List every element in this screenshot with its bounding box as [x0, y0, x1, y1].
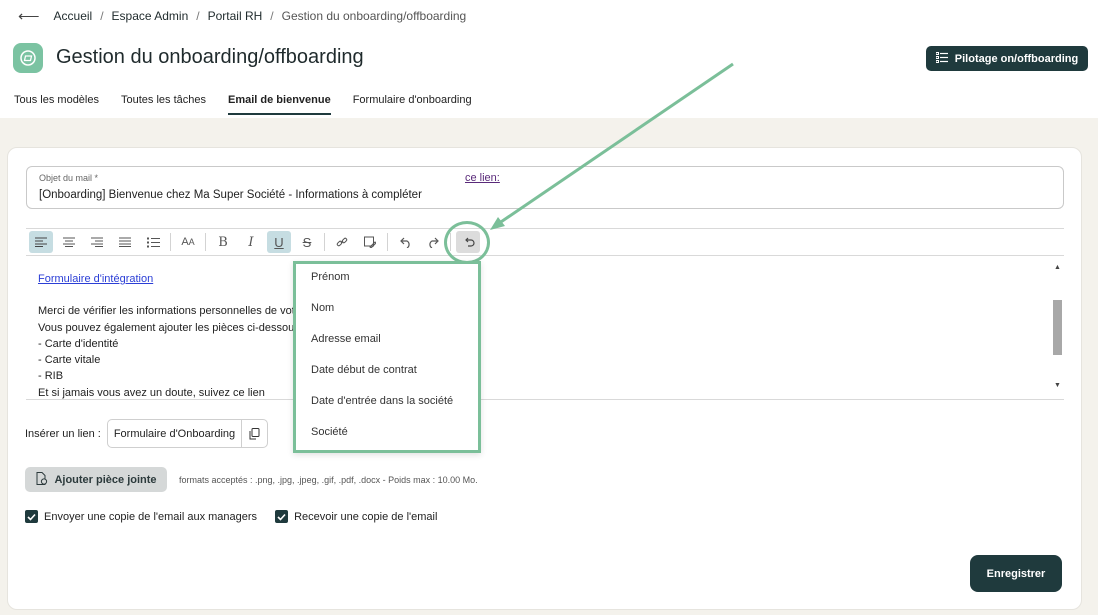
checkbox-copy-managers[interactable]: Envoyer une copie de l'email aux manager… [25, 510, 257, 523]
checkbox-copy-managers-label: Envoyer une copie de l'email aux manager… [44, 510, 258, 523]
copy-icon[interactable] [241, 420, 267, 447]
checkbox-copy-self-label: Recevoir une copie de l'email [294, 510, 438, 523]
copy-options: Envoyer une copie de l'email aux manager… [25, 510, 455, 523]
insert-link-value: Formulaire d'Onboarding [113, 427, 236, 440]
variable-option-prenom[interactable]: Prénom [296, 264, 478, 295]
variable-option-date-debut-contrat[interactable]: Date début de contrat [296, 357, 478, 388]
variables-dropdown: Prénom Nom Adresse email Date début de c… [293, 261, 481, 453]
variable-option-adresse-email[interactable]: Adresse email [296, 326, 478, 357]
checkbox-copy-self[interactable]: Recevoir une copie de l'email [275, 510, 437, 523]
add-attachment-button[interactable]: Ajouter pièce jointe [25, 467, 167, 492]
checkbox-checked-icon[interactable] [275, 510, 289, 523]
accepted-formats: formats acceptés : .png, .jpg, .jpeg, .g… [179, 474, 478, 485]
attachment-row: Ajouter pièce jointe formats acceptés : … [25, 467, 478, 492]
attachment-icon [35, 471, 48, 488]
variable-option-date-entree[interactable]: Date d'entrée dans la société [296, 388, 478, 419]
save-button[interactable]: Enregistrer [970, 555, 1062, 592]
variable-option-societe[interactable]: Société [296, 419, 478, 450]
annotation-highlight-ring [444, 221, 490, 264]
add-attachment-label: Ajouter pièce jointe [54, 473, 157, 486]
checkbox-checked-icon[interactable] [25, 510, 38, 523]
insert-link-label: Insérer un lien : [25, 427, 101, 440]
variable-option-nom[interactable]: Nom [296, 295, 478, 326]
insert-link-field[interactable]: Formulaire d'Onboarding [106, 419, 269, 448]
insert-link-row: Insérer un lien : Formulaire d'Onboardin… [25, 419, 269, 448]
